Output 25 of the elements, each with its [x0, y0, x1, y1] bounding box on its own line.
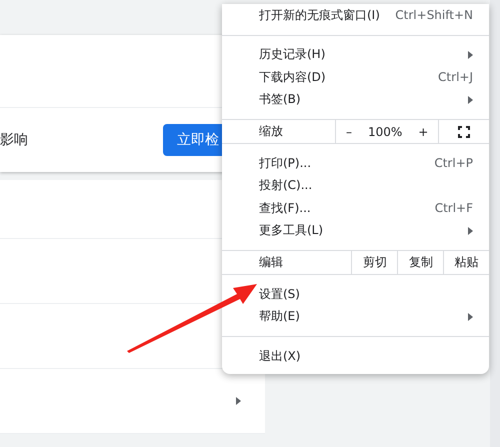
submenu-arrow-icon [468, 226, 473, 235]
submenu-arrow-icon [236, 397, 241, 405]
notice-text: 影响 [0, 131, 28, 149]
edit-action-button[interactable]: 剪切 [358, 254, 391, 271]
menu-item[interactable]: 打开新的无痕式窗口(I) Ctrl+Shift+N [222, 4, 489, 26]
menu-item[interactable]: 设置(S) [222, 283, 489, 306]
menu-item[interactable]: 帮助(E) [222, 306, 489, 328]
menu-item[interactable]: 历史记录(H) [222, 44, 489, 66]
submenu-arrow-icon [468, 50, 473, 59]
scrollbar[interactable] [490, 0, 500, 447]
zoom-in-button[interactable]: + [414, 124, 432, 138]
submenu-arrow-icon [468, 312, 473, 321]
edit-label: 编辑 [259, 254, 283, 271]
edit-action-button[interactable]: 粘贴 [450, 254, 483, 271]
menu-item[interactable]: 投射(C)... [222, 174, 489, 197]
fullscreen-icon[interactable] [458, 126, 470, 138]
menu-item[interactable]: 下载内容(D) Ctrl+J [222, 66, 489, 88]
edit-action-button[interactable]: 复制 [404, 254, 437, 271]
menu-item[interactable]: 书签(B) [222, 88, 489, 111]
menu-item[interactable]: 查找(F)... Ctrl+F [222, 197, 489, 220]
menu-item[interactable]: 退出(X) [222, 345, 489, 368]
zoom-value: 100% [368, 124, 402, 138]
menu-item[interactable]: 更多工具(L) [222, 220, 489, 242]
submenu-arrow-icon [468, 96, 473, 104]
zoom-out-button[interactable]: – [342, 124, 356, 138]
